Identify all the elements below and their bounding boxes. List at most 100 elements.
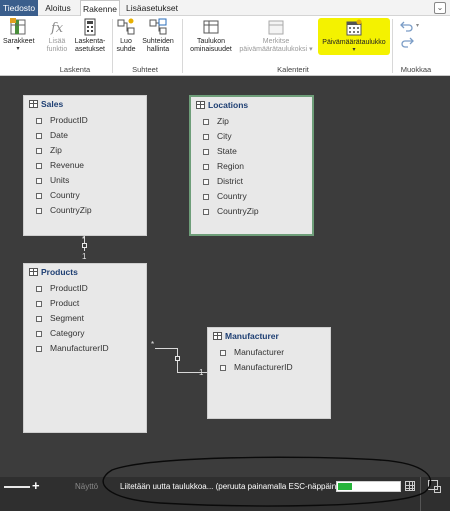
columns-button[interactable]: Sarakkeet ▾ (3, 18, 35, 52)
field-icon (36, 148, 42, 154)
table-field[interactable]: State (191, 144, 312, 159)
table-icon (29, 100, 38, 108)
calc-options-label-2: asetukset (75, 46, 105, 53)
field-icon (36, 163, 42, 169)
mark-as-date-table-button[interactable]: Merkitse päivämäärätaulukoksi ▾ (238, 18, 314, 54)
field-label: ProductID (50, 283, 88, 293)
table-field[interactable]: City (191, 129, 312, 144)
status-bar: + Näyttö Liitetään uutta taulukkoa... (p… (0, 477, 450, 511)
table-title: Manufacturer (225, 331, 279, 341)
relationship-handle[interactable] (82, 243, 87, 248)
table-field[interactable]: Segment (24, 311, 146, 326)
table-header[interactable]: Manufacturer (208, 328, 330, 345)
table-field[interactable]: Revenue (24, 158, 146, 173)
group-label-relationships: Suhteet (132, 65, 158, 74)
table-field[interactable]: ManufacturerID (208, 360, 330, 375)
table-header[interactable]: Sales (24, 96, 146, 113)
table-field[interactable]: Date (24, 128, 146, 143)
field-icon (203, 164, 209, 170)
table-field[interactable]: ProductID (24, 113, 146, 128)
layout-view-icon[interactable] (428, 480, 441, 493)
table-header[interactable]: Locations (191, 97, 312, 114)
table-card-manufacturer[interactable]: Manufacturer Manufacturer ManufacturerID (207, 327, 331, 419)
table-card-locations[interactable]: Locations Zip City State Region District Coun… (189, 95, 314, 236)
group-label-edit: Muokkaa (400, 65, 432, 74)
table-field[interactable]: Country (24, 188, 146, 203)
table-field[interactable]: Region (191, 159, 312, 174)
mark-date-label-2: päivämäärätaulukoksi (239, 46, 308, 53)
table-field[interactable]: CountryZip (24, 203, 146, 218)
field-icon (36, 331, 42, 337)
tab-file[interactable]: Tiedosto (0, 0, 38, 16)
field-icon (220, 365, 226, 371)
table-card-products[interactable]: Products ProductID Product Segment Category… (23, 263, 147, 433)
table-field[interactable]: ManufacturerID (24, 341, 146, 356)
undo-icon[interactable] (400, 20, 414, 32)
new-relationship-label-1: Luo (120, 38, 132, 45)
table-field[interactable]: ProductID (24, 281, 146, 296)
field-icon (36, 346, 42, 352)
new-function-button[interactable]: fx Lisää funktio (41, 18, 73, 54)
date-table-button[interactable]: Päivämäärätaulukko ▾ (318, 18, 390, 55)
chevron-down-icon[interactable]: ▾ (416, 22, 419, 29)
ribbon: Sarakkeet ▾ fx Lisää funktio Laskenta- a… (0, 16, 450, 76)
mark-date-table-icon (268, 20, 284, 35)
table-properties-button[interactable]: Taulukon ominaisuudet (186, 18, 236, 54)
table-card-sales[interactable]: Sales ProductID Date Zip Revenue Units Countr… (23, 95, 147, 236)
field-icon (36, 301, 42, 307)
loading-status-text: Liitetään uutta taulukkoa... (peruuta pa… (120, 482, 346, 491)
field-list: ProductID Product Segment Category Manufactu… (24, 281, 146, 356)
table-properties-label-2: ominaisuudet (190, 46, 232, 53)
relationship-handle[interactable] (175, 356, 180, 361)
grid-view-icon[interactable] (405, 481, 415, 491)
model-diagram-canvas[interactable]: * 1 * 1 Sales ProductID Date Zip Revenue Uni… (0, 77, 450, 477)
group-label-calculations: Laskenta (59, 65, 91, 74)
manage-relationships-icon (149, 18, 167, 35)
field-label: ProductID (50, 115, 88, 125)
progress-bar (336, 481, 401, 492)
tab-advanced[interactable]: Lisäasetukset (122, 0, 182, 16)
field-label: City (217, 131, 232, 141)
page-tab-indicator[interactable] (4, 486, 30, 488)
tab-design[interactable]: Rakenne (80, 0, 120, 17)
relationship-line-products-manufacturer[interactable] (155, 348, 177, 349)
field-icon (203, 134, 209, 140)
chevron-down-icon: ▾ (352, 47, 356, 53)
status-separator (420, 477, 421, 511)
table-icon (29, 268, 38, 276)
calculator-icon (84, 18, 96, 36)
new-relationship-button[interactable]: Luo suhde (114, 18, 138, 54)
collapse-ribbon-icon[interactable]: ⌄ (434, 2, 446, 14)
table-field[interactable]: Manufacturer (208, 345, 330, 360)
field-icon (203, 149, 209, 155)
table-icon (213, 332, 222, 340)
manage-relationships-button[interactable]: Suhteiden hallinta (139, 18, 177, 54)
manage-relationships-label-1: Suhteiden (142, 38, 174, 45)
field-label: Zip (217, 116, 229, 126)
calculation-options-button[interactable]: Laskenta- asetukset (72, 18, 108, 54)
table-field[interactable]: District (191, 174, 312, 189)
table-header[interactable]: Products (24, 264, 146, 281)
table-field[interactable]: Product (24, 296, 146, 311)
columns-button-label: Sarakkeet (3, 38, 35, 45)
table-field[interactable]: Category (24, 326, 146, 341)
table-field[interactable]: CountryZip (191, 204, 312, 219)
table-field[interactable]: Zip (191, 114, 312, 129)
field-label: Segment (50, 313, 85, 323)
function-icon: fx (50, 21, 64, 36)
table-field[interactable]: Country (191, 189, 312, 204)
field-icon (203, 119, 209, 125)
group-label-calendars: Kalenterit (277, 65, 309, 74)
date-table-label: Päivämäärätaulukko (322, 39, 386, 46)
field-icon (36, 193, 42, 199)
table-field[interactable]: Zip (24, 143, 146, 158)
field-list: ProductID Date Zip Revenue Units Country Count… (24, 113, 146, 218)
svg-text:fx: fx (50, 21, 64, 36)
table-title: Sales (41, 99, 64, 109)
tab-home[interactable]: Aloitus (40, 0, 76, 16)
field-icon (36, 118, 42, 124)
redo-icon[interactable] (400, 36, 414, 48)
add-page-button[interactable]: + (32, 478, 40, 493)
table-field[interactable]: Units (24, 173, 146, 188)
field-label: State (217, 146, 237, 156)
